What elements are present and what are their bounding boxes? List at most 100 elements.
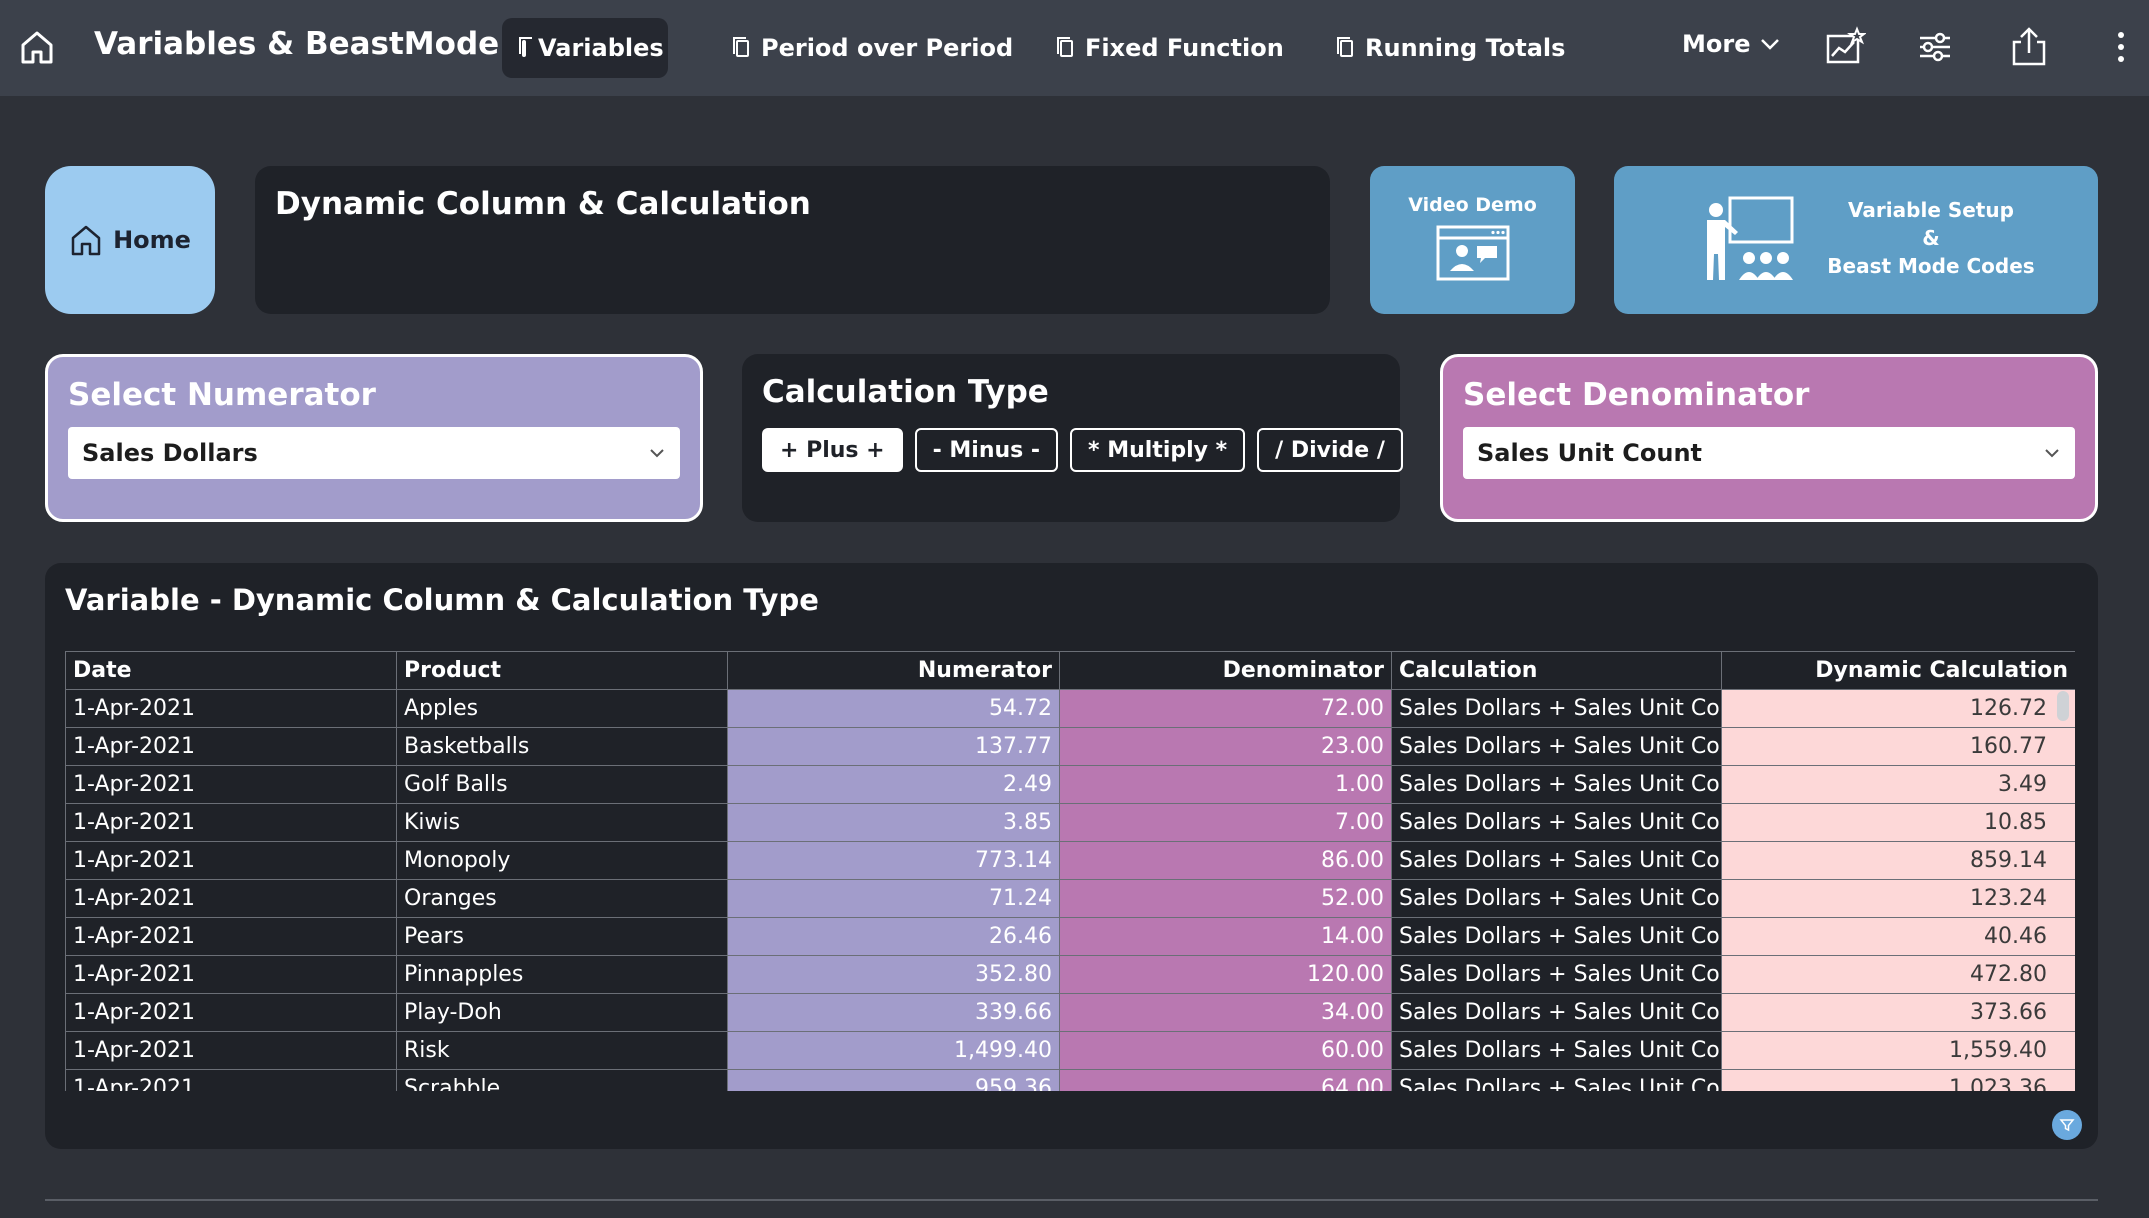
cell-calculation: Sales Dollars + Sales Unit Count <box>1391 1031 1722 1070</box>
cell-date: 1-Apr-2021 <box>65 689 397 728</box>
chevron-down-icon <box>650 449 664 458</box>
cell-calculation: Sales Dollars + Sales Unit Count <box>1391 955 1722 994</box>
cell-calculation: Sales Dollars + Sales Unit Count <box>1391 803 1722 842</box>
cell-product: Golf Balls <box>396 765 728 804</box>
cell-numerator: 54.72 <box>727 689 1060 728</box>
variable-setup-label: Variable Setup & Beast Mode Codes <box>1804 196 2149 280</box>
column-header-dynamic-calculation[interactable]: Dynamic Calculation <box>1721 651 2075 690</box>
cell-denominator: 34.00 <box>1059 993 1392 1032</box>
cell-dynamic-calculation: 373.66 <box>1721 993 2075 1032</box>
column-header-date[interactable]: Date <box>65 651 397 690</box>
column-header-numerator[interactable]: Numerator <box>727 651 1060 690</box>
chevron-down-icon <box>2045 449 2059 458</box>
cell-calculation: Sales Dollars + Sales Unit Count <box>1391 765 1722 804</box>
filter-sliders-icon[interactable] <box>1914 26 1956 68</box>
cell-numerator: 1,499.40 <box>727 1031 1060 1070</box>
home-label: Home <box>113 226 191 254</box>
table-row[interactable]: 1-Apr-2021 Monopoly 773.14 86.00 Sales Dolla… <box>65 841 2075 880</box>
denominator-select[interactable]: Sales Unit Count <box>1463 427 2075 479</box>
cell-denominator: 120.00 <box>1059 955 1392 994</box>
table-row[interactable]: 1-Apr-2021 Oranges 71.24 52.00 Sales Dollars… <box>65 879 2075 918</box>
column-header-product[interactable]: Product <box>396 651 728 690</box>
table-scrollbar[interactable] <box>2057 691 2069 721</box>
cell-denominator: 23.00 <box>1059 727 1392 766</box>
calculation-buttons: + Plus + - Minus - * Multiply * / Divide… <box>762 428 1403 472</box>
cell-product: Pears <box>396 917 728 956</box>
variable-setup-button[interactable]: Variable Setup & Beast Mode Codes <box>1614 166 2098 314</box>
funnel-icon <box>2059 1119 2075 1132</box>
cell-date: 1-Apr-2021 <box>65 917 397 956</box>
chevron-down-icon <box>1761 39 1780 50</box>
share-icon[interactable] <box>2008 26 2050 68</box>
cell-dynamic-calculation: 3.49 <box>1721 765 2075 804</box>
video-demo-button[interactable]: Video Demo <box>1370 166 1575 314</box>
video-presentation-icon <box>1436 225 1509 281</box>
table-row[interactable]: 1-Apr-2021 Basketballs 137.77 23.00 Sales Do… <box>65 727 2075 766</box>
table-row[interactable]: 1-Apr-2021 Pears 26.46 14.00 Sales Dollars +… <box>65 917 2075 956</box>
cell-calculation: Sales Dollars + Sales Unit Count <box>1391 993 1722 1032</box>
more-menu-button[interactable]: More <box>1682 30 1780 58</box>
more-label: More <box>1682 30 1751 58</box>
cell-denominator: 60.00 <box>1059 1031 1392 1070</box>
cell-denominator: 72.00 <box>1059 689 1392 728</box>
app-title: Variables & BeastMode <box>94 26 500 62</box>
page-icon <box>1057 36 1073 57</box>
title-card: Dynamic Column & Calculation <box>255 166 1330 314</box>
cell-dynamic-calculation: 1,023.36 <box>1721 1069 2075 1091</box>
cell-date: 1-Apr-2021 <box>65 803 397 842</box>
page-title: Dynamic Column & Calculation <box>275 186 811 222</box>
cell-dynamic-calculation: 10.85 <box>1721 803 2075 842</box>
cell-product: Scrabble <box>396 1069 728 1091</box>
table-row[interactable]: 1-Apr-2021 Play-Doh 339.66 34.00 Sales Dolla… <box>65 993 2075 1032</box>
tab-fixed-function[interactable]: Fixed Function <box>1040 18 1304 78</box>
cell-product: Risk <box>396 1031 728 1070</box>
tab-variables[interactable]: Variables <box>502 18 668 78</box>
cell-denominator: 1.00 <box>1059 765 1392 804</box>
filter-indicator[interactable] <box>2052 1110 2082 1140</box>
cell-numerator: 773.14 <box>727 841 1060 880</box>
cell-product: Play-Doh <box>396 993 728 1032</box>
denominator-label: Select Denominator <box>1463 377 1810 413</box>
setup-line-1: Variable Setup <box>1848 198 2014 222</box>
table-row[interactable]: 1-Apr-2021 Risk 1,499.40 60.00 Sales Dollars… <box>65 1031 2075 1070</box>
table-row[interactable]: 1-Apr-2021 Kiwis 3.85 7.00 Sales Dollars + S… <box>65 803 2075 842</box>
cell-dynamic-calculation: 472.80 <box>1721 955 2075 994</box>
cell-dynamic-calculation: 126.72 <box>1721 689 2075 728</box>
cell-product: Kiwis <box>396 803 728 842</box>
table-row[interactable]: 1-Apr-2021 Golf Balls 2.49 1.00 Sales Dollar… <box>65 765 2075 804</box>
cell-calculation: Sales Dollars + Sales Unit Count <box>1391 879 1722 918</box>
minus-button[interactable]: - Minus - <box>914 428 1059 472</box>
kebab-icon[interactable] <box>2104 26 2138 68</box>
table-row[interactable]: 1-Apr-2021 Pinnapples 352.80 120.00 Sales Do… <box>65 955 2075 994</box>
plus-button[interactable]: + Plus + <box>762 428 903 472</box>
cell-date: 1-Apr-2021 <box>65 955 397 994</box>
tab-running-totals[interactable]: Running Totals <box>1320 18 1585 78</box>
cell-numerator: 339.66 <box>727 993 1060 1032</box>
divide-button[interactable]: / Divide / <box>1257 428 1403 472</box>
table-scroll-area[interactable]: Date Product Numerator Denominator Calcu… <box>65 651 2075 1091</box>
cell-date: 1-Apr-2021 <box>65 1031 397 1070</box>
divider <box>45 1199 2098 1201</box>
column-header-calculation[interactable]: Calculation <box>1391 651 1722 690</box>
cell-calculation: Sales Dollars + Sales Unit Count <box>1391 727 1722 766</box>
cell-date: 1-Apr-2021 <box>65 841 397 880</box>
teacher-presentation-icon <box>1707 196 1794 280</box>
setup-line-3: Beast Mode Codes <box>1827 254 2035 278</box>
column-header-denominator[interactable]: Denominator <box>1059 651 1392 690</box>
multiply-button[interactable]: * Multiply * <box>1070 428 1246 472</box>
tab-label: Variables <box>538 34 664 62</box>
top-bar: Variables & BeastMode Variables Period o… <box>0 0 2149 96</box>
tab-period-over-period[interactable]: Period over Period <box>716 18 1033 78</box>
numerator-label: Select Numerator <box>68 377 376 413</box>
cell-calculation: Sales Dollars + Sales Unit Count <box>1391 1069 1722 1091</box>
star-chart-icon[interactable] <box>1824 26 1866 68</box>
cell-numerator: 137.77 <box>727 727 1060 766</box>
cell-dynamic-calculation: 160.77 <box>1721 727 2075 766</box>
home-icon[interactable] <box>18 28 56 66</box>
table-row[interactable]: 1-Apr-2021 Scrabble 959.36 64.00 Sales Dolla… <box>65 1069 2075 1091</box>
numerator-select[interactable]: Sales Dollars <box>68 427 680 479</box>
table-row[interactable]: 1-Apr-2021 Apples 54.72 72.00 Sales Dollars … <box>65 689 2075 728</box>
cell-calculation: Sales Dollars + Sales Unit Count <box>1391 917 1722 956</box>
home-button[interactable]: Home <box>45 166 215 314</box>
table-body: 1-Apr-2021 Apples 54.72 72.00 Sales Dollars … <box>65 689 2075 1091</box>
